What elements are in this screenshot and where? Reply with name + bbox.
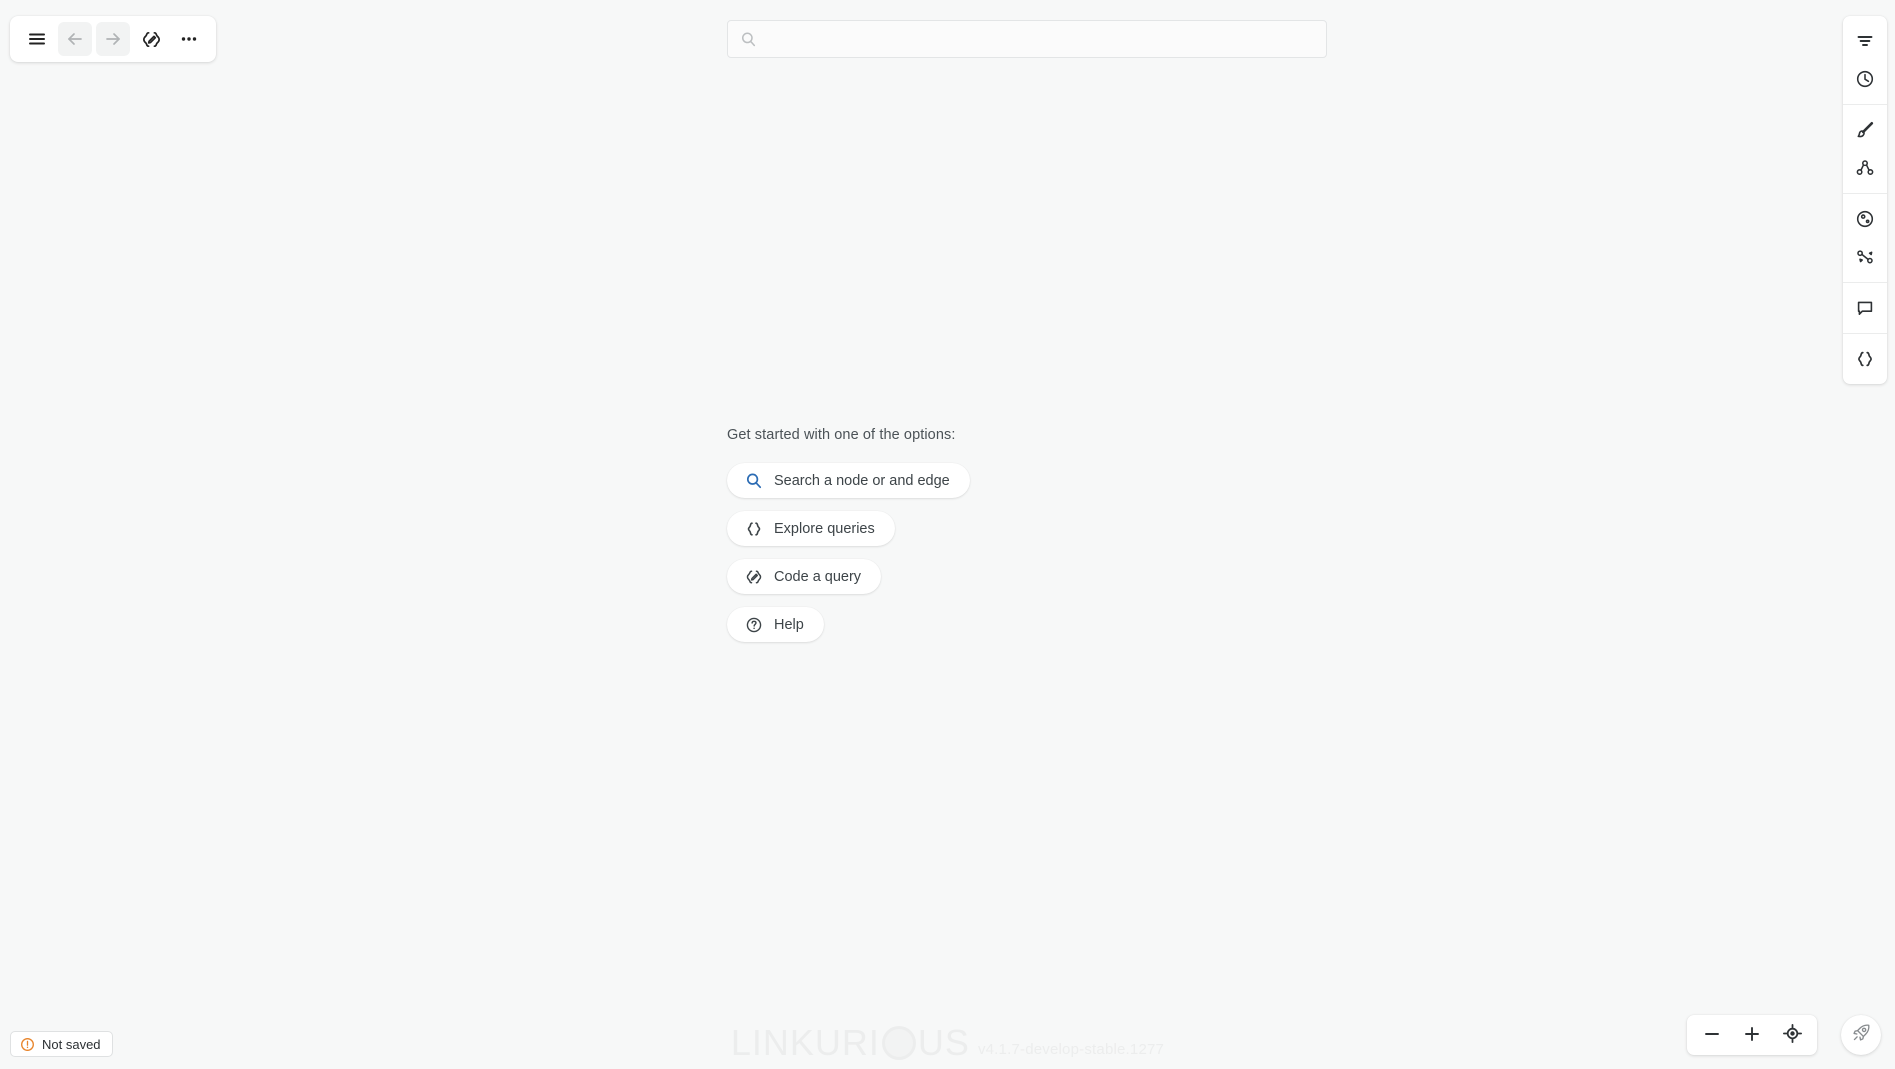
get-started-title: Get started with one of the options: (727, 427, 956, 443)
comments-button[interactable] (1843, 289, 1887, 327)
recenter-button[interactable] (1773, 1018, 1811, 1052)
more-options-button[interactable] (172, 22, 206, 56)
not-saved-label: Not saved (42, 1036, 101, 1052)
explore-queries-button[interactable]: Explore queries (727, 511, 895, 546)
logo-text-left: LINKURI (730, 1022, 880, 1063)
linkurious-logo: LINKURI US (731, 1025, 970, 1061)
status-badge-not-saved[interactable]: Not saved (10, 1031, 113, 1057)
search-node-edge-button[interactable]: Search a node or and edge (727, 463, 970, 498)
minus-icon (1702, 1024, 1722, 1047)
path-link-icon (1855, 247, 1875, 267)
rail-group-comments (1843, 283, 1887, 334)
boost-button[interactable] (1841, 1015, 1881, 1055)
help-button[interactable]: Help (727, 607, 824, 642)
help-label: Help (774, 616, 804, 633)
query-panel-button[interactable] (1843, 340, 1887, 378)
app-version-label: v4.1.7-develop-stable.1277 (977, 1041, 1165, 1058)
rocket-icon (1851, 1022, 1872, 1048)
app-root: Get started with one of the options: Sea… (0, 0, 1895, 1069)
styles-button[interactable] (1843, 111, 1887, 149)
global-search-bar[interactable] (727, 20, 1327, 58)
clock-history-icon (1855, 69, 1875, 89)
ellipsis-icon (179, 29, 199, 49)
comment-bubble-icon (1855, 298, 1875, 318)
get-started-panel: Get started with one of the options: Sea… (727, 427, 970, 655)
code-a-query-label: Code a query (774, 568, 862, 585)
search-input[interactable] (766, 31, 1314, 47)
rail-group-queries (1843, 334, 1887, 384)
zoom-out-button[interactable] (1693, 1018, 1731, 1052)
palette-circle-icon (1855, 209, 1875, 229)
code-a-query-button[interactable]: Code a query (727, 559, 882, 594)
edit-query-button[interactable] (134, 22, 168, 56)
crosshair-target-icon (1782, 1023, 1803, 1047)
search-node-edge-label: Search a node or and edge (774, 472, 950, 489)
back-button[interactable] (58, 22, 92, 56)
logo-text-right: US (917, 1022, 970, 1063)
filters-button[interactable] (1843, 22, 1887, 60)
rail-group-styles (1843, 105, 1887, 194)
brush-icon (1855, 120, 1875, 140)
forward-button[interactable] (96, 22, 130, 56)
history-button[interactable] (1843, 60, 1887, 98)
zoom-controls (1687, 1015, 1817, 1055)
layout-button[interactable] (1843, 149, 1887, 187)
zoom-in-button[interactable] (1733, 1018, 1771, 1052)
search-icon (740, 31, 757, 48)
question-circle-icon (745, 616, 763, 634)
search-icon (745, 472, 763, 490)
explore-queries-label: Explore queries (774, 520, 875, 537)
filter-icon (1855, 31, 1875, 51)
logo-o-mark-icon (881, 1026, 916, 1060)
app-watermark: LINKURI US v4.1.7-develop-stable.1277 (0, 1025, 1895, 1061)
arrow-left-icon (65, 29, 85, 49)
top-left-toolbar (10, 16, 216, 62)
code-braces-icon (745, 520, 763, 538)
plus-icon (1742, 1024, 1762, 1047)
right-toolbar-rail (1843, 16, 1887, 384)
node-design-button[interactable] (1843, 200, 1887, 238)
pathfinding-button[interactable] (1843, 238, 1887, 276)
hamburger-menu-icon (27, 29, 47, 49)
rail-group-filters (1843, 16, 1887, 105)
code-braces-icon (1855, 349, 1875, 369)
rail-group-design (1843, 194, 1887, 283)
alert-circle-icon (20, 1037, 35, 1052)
code-pencil-icon (745, 568, 763, 586)
graph-nodes-icon (1855, 158, 1875, 178)
code-pencil-icon (141, 29, 162, 50)
menu-button[interactable] (20, 22, 54, 56)
arrow-right-icon (103, 29, 123, 49)
